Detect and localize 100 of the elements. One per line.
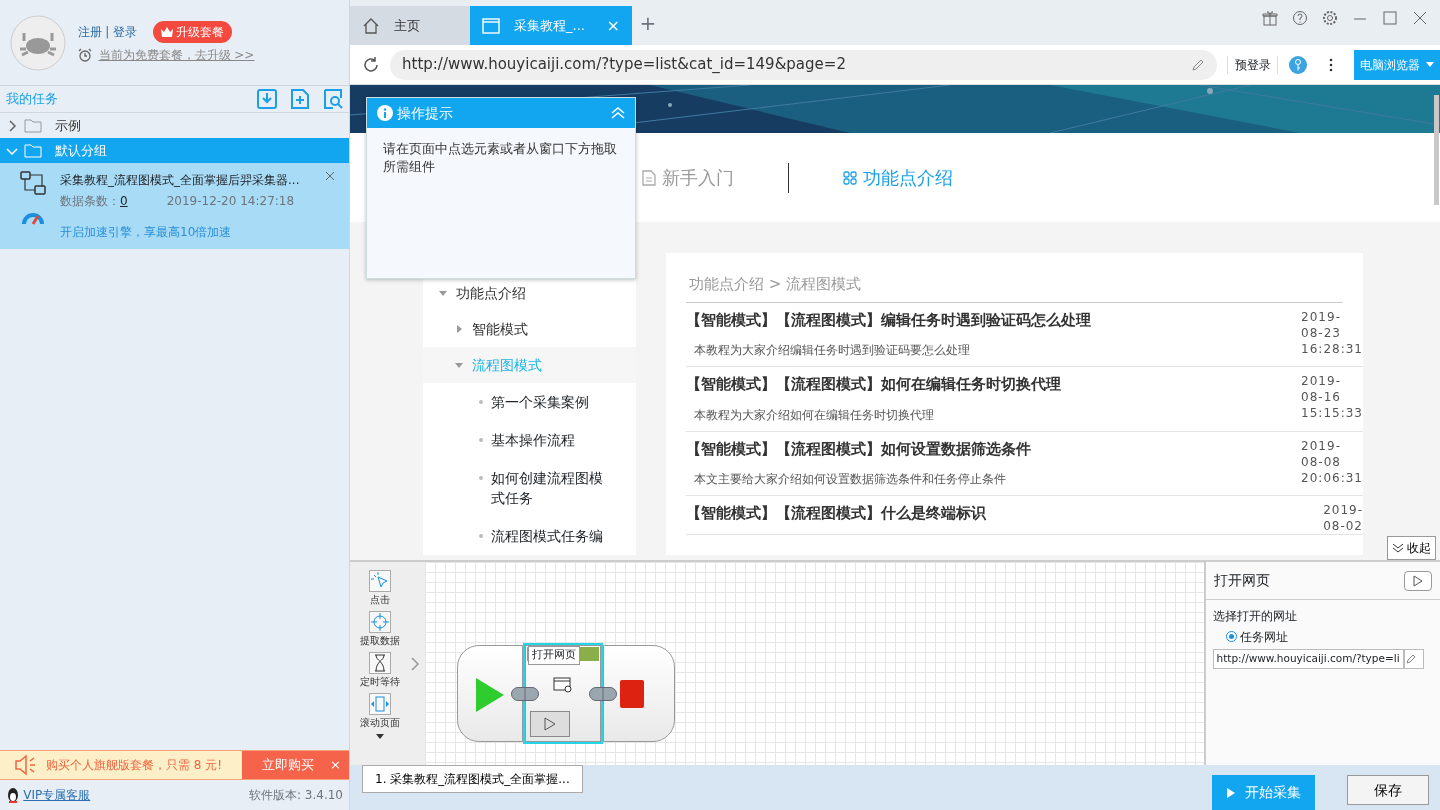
- hourglass-icon: [369, 652, 391, 674]
- menu-item[interactable]: 智能模式: [423, 311, 636, 347]
- play-icon: [1226, 787, 1235, 798]
- data-count-link[interactable]: 0: [120, 192, 128, 211]
- collapse-button[interactable]: 收起: [1387, 536, 1436, 560]
- open-page-step-node[interactable]: 打开网页: [525, 645, 601, 742]
- bullet-icon: [479, 534, 483, 538]
- task-time: 2019-12-20 14:27:18: [166, 193, 295, 211]
- prelogin-link[interactable]: 预登录: [1227, 55, 1278, 74]
- toolbox-item[interactable]: 定时等待: [360, 652, 400, 689]
- save-button[interactable]: 保存: [1347, 775, 1429, 805]
- end-node[interactable]: [603, 645, 675, 742]
- radio-option[interactable]: 任务网址: [1225, 627, 1434, 646]
- field-label: 选择打开的网址: [1212, 607, 1298, 625]
- link-separator: |: [105, 23, 110, 41]
- close-icon[interactable]: [325, 171, 335, 181]
- connector-icon: [511, 687, 539, 701]
- caret-down-icon: [439, 289, 447, 297]
- register-link[interactable]: 注册: [78, 22, 102, 41]
- article-date: 2019- 08-02: [1322, 502, 1363, 534]
- article-date: 2019- 08-16 15:15:33: [1300, 373, 1363, 422]
- key-icon[interactable]: [1288, 54, 1308, 75]
- radio-icon: [1225, 631, 1237, 643]
- tip-title: 操作提示: [397, 103, 454, 123]
- menu-item[interactable]: 第一个采集案例: [491, 392, 589, 412]
- data-count-label: 数据条数：: [60, 193, 120, 211]
- caret-icon: [1426, 62, 1434, 67]
- maximize-icon[interactable]: [1382, 10, 1398, 26]
- home-icon: [362, 16, 380, 35]
- avatar-icon: [10, 14, 66, 71]
- login-link[interactable]: 登录: [112, 22, 137, 41]
- bullet-icon: [479, 400, 483, 404]
- menu-item[interactable]: 基本操作流程: [491, 430, 575, 450]
- breadcrumb: 功能点介绍 > 流程图模式: [686, 273, 1343, 303]
- article-date: 2019- 08-08 20:06:31: [1300, 437, 1363, 487]
- bullet-icon: [479, 438, 483, 442]
- toolbox-item[interactable]: 点击: [369, 570, 391, 607]
- toolbox-item[interactable]: 提取数据: [360, 611, 400, 648]
- scrollbar-thumb[interactable]: [1434, 95, 1439, 205]
- support-link[interactable]: VIP专属客服: [23, 786, 91, 804]
- crown-icon: [160, 26, 173, 37]
- window-icon: [482, 17, 500, 34]
- close-icon[interactable]: [1412, 10, 1428, 26]
- caret-down-icon[interactable]: [376, 734, 384, 739]
- address-field[interactable]: http://www.houyicaiji.com/?type=list&cat_id=149&page=2: [390, 49, 1217, 80]
- play-icon: [1413, 574, 1423, 587]
- target-icon: [369, 611, 391, 633]
- article-title[interactable]: 【智能模式】【流程图模式】什么是终端标识: [686, 502, 1320, 525]
- toolbox-item[interactable]: 滚动页面: [360, 693, 400, 730]
- edit-url-button[interactable]: [1403, 649, 1424, 669]
- pencil-icon: [1404, 652, 1417, 665]
- help-icon[interactable]: [1292, 10, 1308, 26]
- document-icon: [642, 169, 656, 186]
- menu-item[interactable]: 功能点介绍: [423, 275, 636, 311]
- caret-right-icon: [455, 325, 463, 333]
- task-group[interactable]: 示例: [0, 113, 349, 138]
- article-summary: 本教程为大家介绍如何在编辑任务时切换代理: [693, 406, 935, 424]
- task-tab[interactable]: 1. 采集教程_流程图模式_全面掌握...: [362, 765, 583, 793]
- grid-icon: [843, 170, 857, 185]
- new-tab-button[interactable]: +: [632, 6, 664, 39]
- chevron-right-icon: [6, 119, 18, 132]
- double-chevron-up-icon[interactable]: [611, 107, 625, 119]
- article-summary: 本文主要给大家介绍如何设置数据筛选条件和任务停止条件: [693, 471, 1007, 488]
- chevron-right-icon[interactable]: [410, 655, 420, 672]
- version-text: 软件版本: 3.4.10: [248, 787, 343, 804]
- promo-text: 购买个人旗舰版套餐，只需 8 元!: [46, 757, 224, 774]
- stop-icon: [620, 680, 644, 708]
- reload-icon[interactable]: [362, 55, 380, 74]
- article-summary: 本教程为大家介绍编辑任务时遇到验证码要怎么处理: [693, 342, 971, 359]
- start-node[interactable]: [457, 645, 523, 742]
- play-icon: [476, 678, 504, 712]
- pencil-icon: [1191, 57, 1205, 72]
- menu-item[interactable]: 流程图模式任务编: [491, 526, 603, 546]
- menu-item[interactable]: 如何创建流程图模式任务: [491, 468, 616, 508]
- gift-icon[interactable]: [1262, 10, 1278, 26]
- article-date: 2019- 08-23 16:28:31: [1300, 308, 1363, 358]
- article-title[interactable]: 【智能模式】【流程图模式】编辑任务时遇到验证码怎么处理: [686, 308, 1298, 331]
- run-step-button[interactable]: [530, 711, 570, 737]
- caret-down-icon: [455, 361, 463, 369]
- task-name: 采集教程_流程图模式_全面掌握后羿采集器...: [60, 172, 300, 189]
- settings-icon[interactable]: [1322, 10, 1338, 26]
- more-icon[interactable]: [1328, 56, 1334, 73]
- flowchart-icon: [20, 171, 46, 195]
- folder-icon: [24, 143, 42, 158]
- click-icon: [369, 570, 391, 592]
- play-icon: [544, 717, 556, 731]
- import-icon[interactable]: [257, 89, 277, 109]
- task-card[interactable]: 采集教程_流程图模式_全面掌握后羿采集器... 数据条数：0 2019-12-20 14:27:18 开启加速引擎，享最高10倍加速: [0, 163, 349, 250]
- browser-tab[interactable]: 主页: [350, 6, 470, 45]
- connector-icon: [589, 687, 617, 701]
- step-label: 打开网页: [528, 646, 580, 665]
- article-title[interactable]: 【智能模式】【流程图模式】如何在编辑任务时切换代理: [686, 373, 1298, 396]
- run-button[interactable]: [1404, 570, 1432, 591]
- upgrade-button[interactable]: 升级套餐: [152, 20, 233, 43]
- search-icon[interactable]: [323, 89, 343, 109]
- browser-icon: [553, 677, 573, 693]
- article-title[interactable]: 【智能模式】【流程图模式】如何设置数据筛选条件: [686, 437, 1298, 460]
- new-task-icon[interactable]: [290, 89, 310, 109]
- alarm-clock-icon: [78, 48, 92, 63]
- url-field[interactable]: http://www.houyicaiji.com/?type=li: [1212, 649, 1404, 669]
